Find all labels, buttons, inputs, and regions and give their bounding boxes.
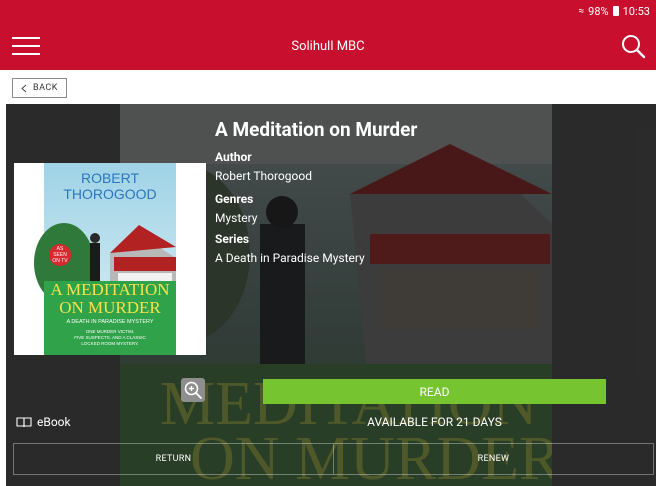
battery-percent: 98% xyxy=(588,4,609,18)
svg-text:ON TV: ON TV xyxy=(52,258,68,264)
svg-text:A DEATH IN PARADISE MYSTERY: A DEATH IN PARADISE MYSTERY xyxy=(66,319,153,325)
format-label: eBook xyxy=(37,415,71,429)
wifi-icon: ≈ xyxy=(578,5,585,17)
svg-text:A MEDITATION: A MEDITATION xyxy=(50,280,169,299)
zoom-cover-button[interactable] xyxy=(181,378,205,402)
zoom-in-icon xyxy=(184,381,202,399)
availability-text: AVAILABLE FOR 21 DAYS xyxy=(367,415,502,429)
back-label: BACK xyxy=(33,83,58,93)
read-button[interactable]: READ xyxy=(263,379,606,404)
app-title: Solihull MBC xyxy=(291,39,365,54)
book-icon xyxy=(16,417,32,428)
svg-text:LOCKED ROOM MYSTERY.: LOCKED ROOM MYSTERY. xyxy=(81,341,138,346)
book-info: A Meditation on Murder Author Robert Tho… xyxy=(215,118,418,265)
chevron-left-icon xyxy=(21,84,27,92)
status-bar: ≈ 98% 10:53 xyxy=(0,0,656,22)
svg-text:THOROGOOD: THOROGOOD xyxy=(63,186,156,202)
cover-art: ROBERT THOROGOOD AS SEEN ON TV A MEDITAT… xyxy=(34,163,176,355)
format-indicator: eBook xyxy=(16,415,71,429)
svg-text:ONE MURDER VICTIM.: ONE MURDER VICTIM. xyxy=(86,329,135,334)
author-value: Robert Thorogood xyxy=(215,169,312,183)
svg-text:ROBERT: ROBERT xyxy=(81,170,140,186)
book-cover: ROBERT THOROGOOD AS SEEN ON TV A MEDITAT… xyxy=(14,163,206,355)
svg-text:FIVE SUSPECTS. AND A CLASSIC: FIVE SUSPECTS. AND A CLASSIC xyxy=(74,335,146,340)
svg-text:ON MURDER: ON MURDER xyxy=(59,298,161,317)
series-label: Series xyxy=(215,232,250,246)
author-label: Author xyxy=(215,150,252,164)
genres-value: Mystery xyxy=(215,211,258,225)
hamburger-menu-icon[interactable] xyxy=(12,34,40,58)
renew-button[interactable]: RENEW xyxy=(333,444,653,474)
app-bar: Solihull MBC xyxy=(0,22,656,70)
search-icon[interactable] xyxy=(620,33,646,59)
series-value: A Death in Paradise Mystery xyxy=(215,251,365,265)
book-title: A Meditation on Murder xyxy=(215,118,418,141)
sub-header: BACK xyxy=(0,70,656,104)
battery-icon xyxy=(612,6,619,16)
clock: 10:53 xyxy=(622,4,650,18)
back-button[interactable]: BACK xyxy=(12,78,67,98)
genres-label: Genres xyxy=(215,192,254,206)
return-button[interactable]: RETURN xyxy=(14,444,333,474)
loan-actions: RETURN RENEW xyxy=(13,443,654,475)
